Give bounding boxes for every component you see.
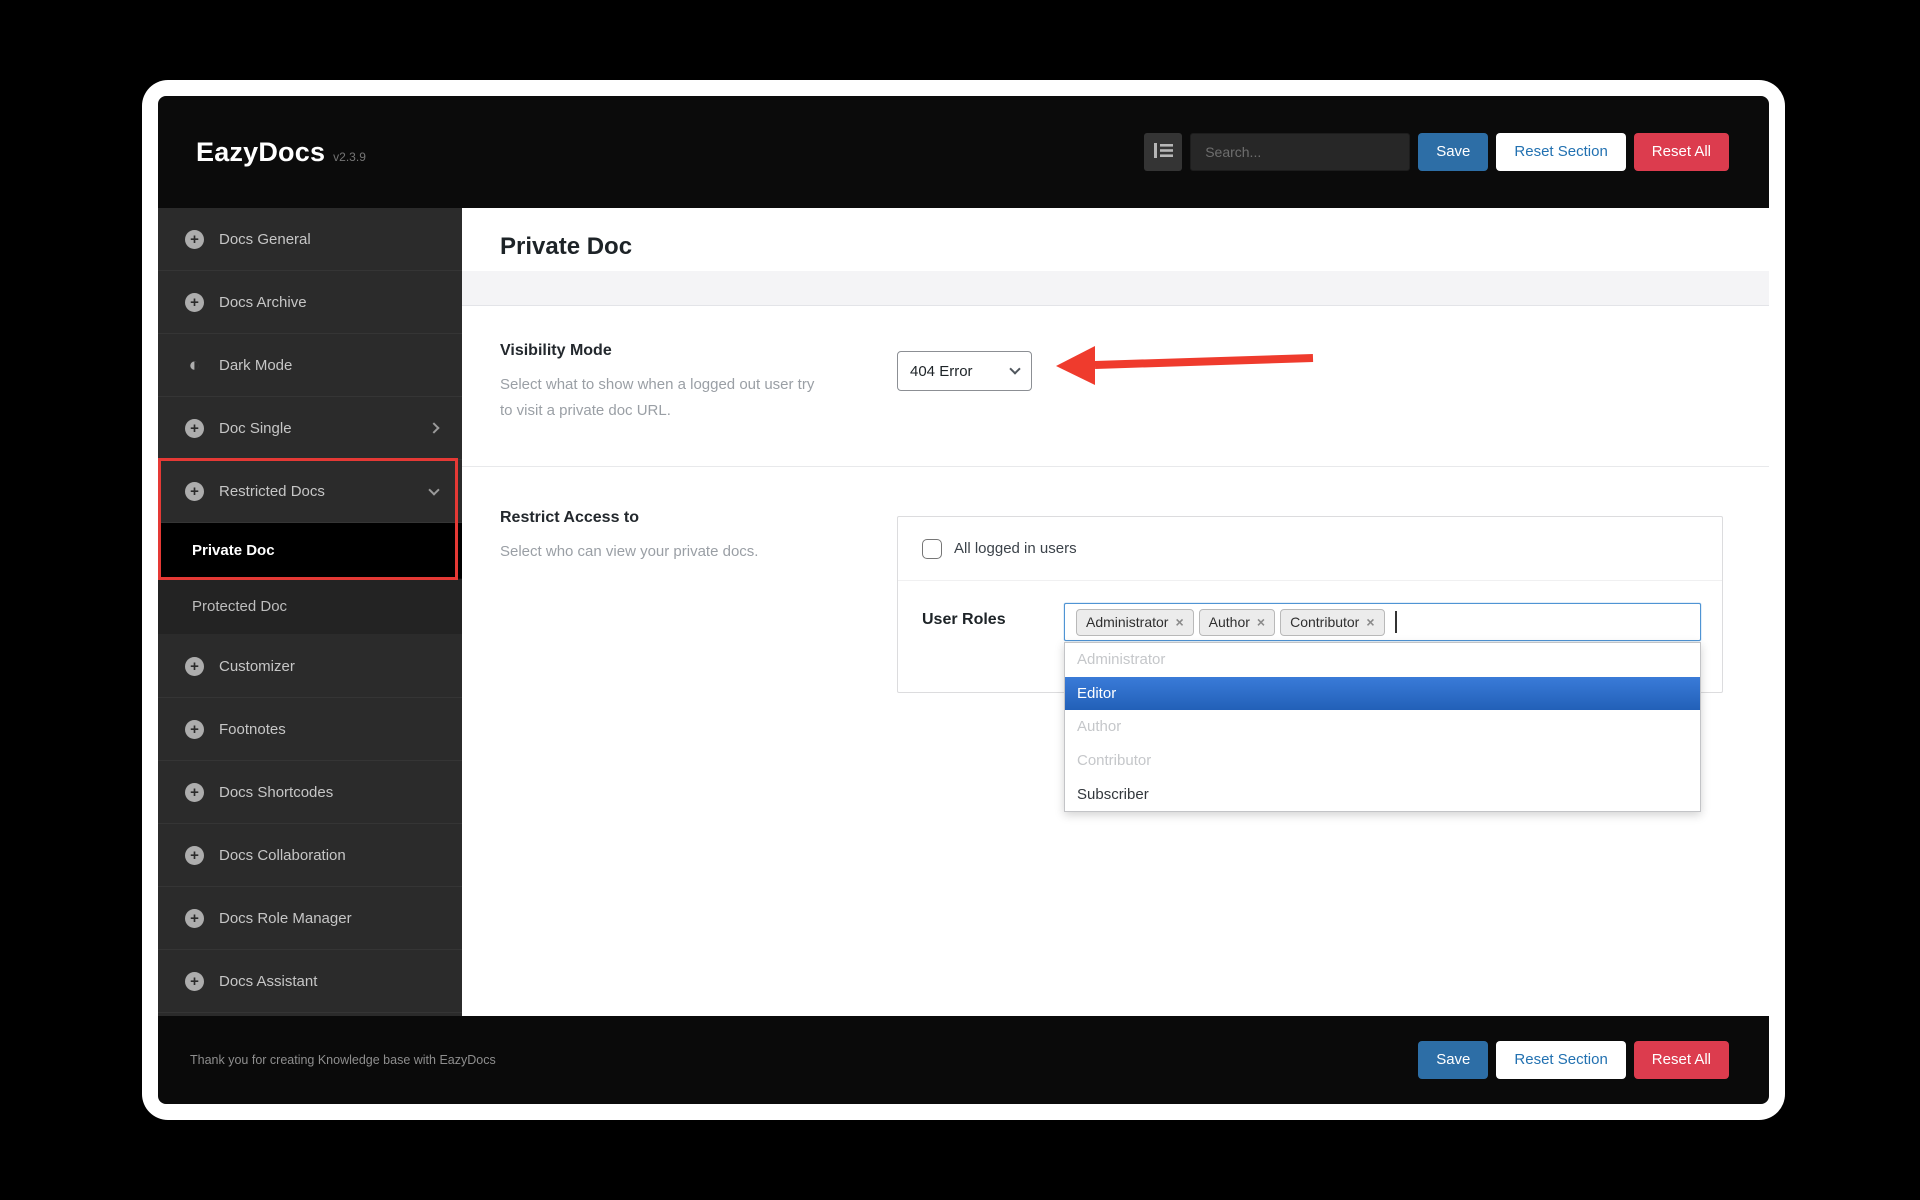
visibility-mode-select[interactable]: 404 Error — [897, 351, 1032, 391]
sidebar-item-label: Customizer — [219, 658, 295, 675]
chevron-right-icon — [428, 422, 439, 433]
footer-save-button[interactable]: Save — [1418, 1041, 1488, 1079]
sidebar-item-label: Docs General — [219, 231, 311, 248]
footer-reset-section-button[interactable]: Reset Section — [1496, 1041, 1625, 1079]
plus-circle-icon: + — [185, 720, 204, 739]
sidebar-item-docs-general[interactable]: + Docs General — [158, 208, 462, 271]
bottom-bar: Thank you for creating Knowledge base wi… — [158, 1016, 1769, 1104]
save-button[interactable]: Save — [1418, 133, 1488, 171]
title-strip — [462, 271, 1769, 306]
brand-name: EazyDocs — [196, 137, 325, 168]
restrict-access-label: Restrict Access to — [500, 509, 639, 527]
reset-all-button[interactable]: Reset All — [1634, 133, 1729, 171]
sidebar-item-docs-collaboration[interactable]: + Docs Collaboration — [158, 824, 462, 887]
dropdown-option-contributor: Contributor — [1065, 744, 1700, 778]
dropdown-option-author: Author — [1065, 710, 1700, 744]
plus-circle-icon: + — [185, 482, 204, 501]
sidebar-item-docs-role-manager[interactable]: + Docs Role Manager — [158, 887, 462, 950]
tag-label: Contributor — [1290, 614, 1359, 630]
sidebar-subitem-protected-doc[interactable]: Protected Doc — [158, 579, 462, 635]
plus-circle-icon: + — [185, 230, 204, 249]
tag-chip-administrator: Administrator × — [1076, 609, 1194, 636]
sidebar-item-docs-archive[interactable]: + Docs Archive — [158, 271, 462, 334]
reset-section-button[interactable]: Reset Section — [1496, 133, 1625, 171]
sidebar-item-customizer[interactable]: + Customizer — [158, 635, 462, 698]
user-roles-label: User Roles — [922, 611, 1006, 629]
restricted-docs-submenu: Private Doc Protected Doc — [158, 523, 462, 635]
tag-label: Author — [1209, 614, 1250, 630]
dropdown-option-editor[interactable]: Editor — [1065, 677, 1700, 711]
footer-reset-all-button[interactable]: Reset All — [1634, 1041, 1729, 1079]
menu-icon — [1154, 143, 1173, 161]
plus-circle-icon: + — [185, 972, 204, 991]
plus-circle-icon: + — [185, 293, 204, 312]
page-title-band: Private Doc — [462, 208, 1769, 271]
search-input[interactable] — [1190, 133, 1410, 171]
sidebar-item-label: Docs Collaboration — [219, 847, 346, 864]
tag-label: Administrator — [1086, 614, 1168, 630]
restrict-access-description: Select who can view your private docs. — [500, 539, 758, 565]
sidebar-item-label: Docs Role Manager — [219, 910, 352, 927]
sidebar-item-dark-mode[interactable]: ◐ Dark Mode — [158, 334, 462, 397]
sidebar-item-label: Restricted Docs — [219, 483, 325, 500]
sidebar-item-docs-assistant[interactable]: + Docs Assistant — [158, 950, 462, 1013]
settings-content: Private Doc Visibility Mode Select what … — [462, 208, 1769, 1016]
top-bar-actions: Save Reset Section Reset All — [1144, 133, 1729, 171]
collapse-menu-button[interactable] — [1144, 133, 1182, 171]
dark-mode-icon: ◐ — [185, 356, 204, 375]
screenshot-stage: EazyDocs v2.3.9 — [0, 0, 1920, 1200]
app-window: EazyDocs v2.3.9 — [142, 80, 1785, 1120]
sidebar-item-label: Docs Shortcodes — [219, 784, 333, 801]
all-logged-in-label[interactable]: All logged in users — [954, 540, 1077, 557]
tag-chip-contributor: Contributor × — [1280, 609, 1384, 636]
sidebar-subitem-private-doc[interactable]: Private Doc — [158, 523, 462, 579]
sidebar-item-restricted-docs[interactable]: + Restricted Docs — [158, 460, 462, 523]
brand-logo: EazyDocs v2.3.9 — [196, 137, 366, 168]
all-logged-in-checkbox[interactable] — [922, 539, 942, 559]
plus-circle-icon: + — [185, 783, 204, 802]
footer-actions: Save Reset Section Reset All — [1418, 1041, 1729, 1079]
sidebar-item-label: Doc Single — [219, 420, 292, 437]
sidebar-item-doc-single[interactable]: + Doc Single — [158, 397, 462, 460]
remove-icon[interactable]: × — [1257, 615, 1265, 629]
sidebar-item-footnotes[interactable]: + Footnotes — [158, 698, 462, 761]
dropdown-option-subscriber[interactable]: Subscriber — [1065, 777, 1700, 811]
sidebar-item-label: Docs Archive — [219, 294, 307, 311]
restrict-access-panel: All logged in users User Roles Administr… — [897, 516, 1723, 693]
plus-circle-icon: + — [185, 909, 204, 928]
user-roles-dropdown: Administrator Editor Author Contributor … — [1064, 642, 1701, 812]
remove-icon[interactable]: × — [1366, 615, 1374, 629]
sidebar: + Docs General + Docs Archive ◐ Dark Mod… — [158, 208, 462, 1016]
visibility-mode-description: Select what to show when a logged out us… — [500, 372, 820, 424]
plus-circle-icon: + — [185, 846, 204, 865]
footer-note: Thank you for creating Knowledge base wi… — [190, 1053, 496, 1067]
sidebar-item-label: Private Doc — [192, 542, 275, 559]
visibility-mode-label: Visibility Mode — [500, 342, 612, 360]
sidebar-item-label: Footnotes — [219, 721, 286, 738]
all-logged-in-row: All logged in users — [898, 517, 1722, 581]
main-area: + Docs General + Docs Archive ◐ Dark Mod… — [158, 208, 1769, 1016]
version-label: v2.3.9 — [333, 150, 366, 164]
restrict-access-section: Restrict Access to Select who can view y… — [462, 467, 1769, 1014]
sidebar-item-label: Dark Mode — [219, 357, 292, 374]
text-caret — [1395, 611, 1397, 633]
selected-value: 404 Error — [910, 363, 973, 380]
remove-icon[interactable]: × — [1175, 615, 1183, 629]
chevron-down-icon — [428, 484, 439, 495]
plus-circle-icon: + — [185, 419, 204, 438]
sidebar-item-label: Docs Assistant — [219, 973, 317, 990]
sidebar-item-docs-shortcodes[interactable]: + Docs Shortcodes — [158, 761, 462, 824]
dropdown-option-administrator: Administrator — [1065, 643, 1700, 677]
sidebar-item-label: Protected Doc — [192, 598, 287, 615]
user-roles-input[interactable]: Administrator × Author × Contributor × — [1064, 603, 1701, 641]
chevron-down-icon — [1009, 363, 1020, 374]
top-bar: EazyDocs v2.3.9 — [158, 96, 1769, 208]
eazydocs-settings-app: EazyDocs v2.3.9 — [158, 96, 1769, 1104]
visibility-mode-section: Visibility Mode Select what to show when… — [462, 306, 1769, 467]
tag-chip-author: Author × — [1199, 609, 1275, 636]
page-title: Private Doc — [500, 233, 632, 261]
plus-circle-icon: + — [185, 657, 204, 676]
